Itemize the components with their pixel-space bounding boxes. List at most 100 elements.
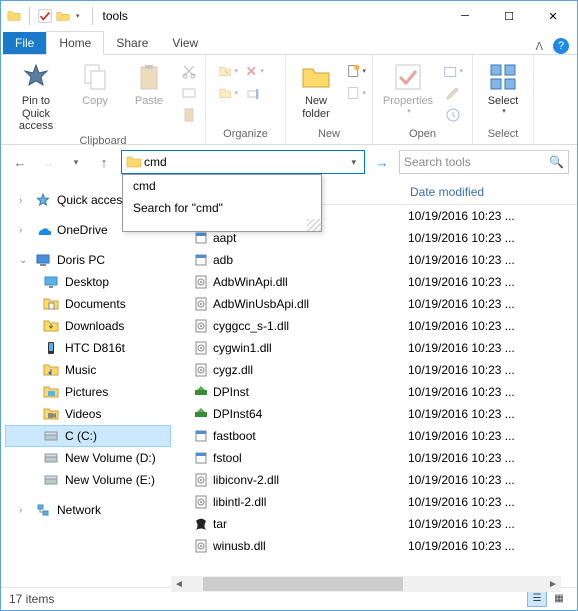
file-row[interactable]: libintl-2.dll10/19/2016 10:23 ... (171, 491, 577, 513)
tree-expand-icon[interactable]: › (19, 225, 29, 236)
select-button[interactable]: Select ▾ (479, 59, 527, 116)
ribbon-collapse-icon[interactable]: ᐱ (535, 40, 543, 53)
help-icon[interactable]: ? (553, 38, 569, 54)
new-folder-button[interactable]: New folder (292, 59, 340, 120)
nav-recent-dropdown[interactable]: ▾ (65, 151, 87, 173)
pin-to-quick-access-button[interactable]: Pin to Quick access (7, 59, 65, 133)
horizontal-scrollbar[interactable]: ◄ ► (171, 576, 561, 592)
tree-item[interactable]: Documents (5, 293, 171, 315)
tree-item[interactable]: ⌄Doris PC (5, 249, 171, 271)
delete-icon[interactable]: ▾ (244, 61, 264, 81)
cut-icon[interactable] (179, 61, 199, 81)
close-button[interactable]: ✕ (531, 2, 575, 30)
address-bar[interactable]: ▾ cmd Search for "cmd" (121, 150, 365, 174)
file-icon (193, 494, 213, 510)
file-row[interactable]: winusb.dll10/19/2016 10:23 ... (171, 535, 577, 557)
view-details-button[interactable]: ☰ (527, 591, 547, 607)
history-icon[interactable] (443, 105, 463, 125)
nav-back-button[interactable]: ← (9, 151, 31, 173)
tree-item[interactable]: Music (5, 359, 171, 381)
tree-item[interactable]: Pictures (5, 381, 171, 403)
file-row[interactable]: DPInst10/19/2016 10:23 ... (171, 381, 577, 403)
phone-icon (43, 340, 59, 356)
file-icon (193, 538, 213, 554)
tree-item[interactable]: HTC D816t (5, 337, 171, 359)
go-button[interactable]: → (371, 151, 393, 173)
file-name: aapt (213, 231, 408, 245)
resize-grip-icon[interactable] (307, 219, 321, 231)
tree-expand-icon[interactable]: › (19, 195, 29, 206)
paste-shortcut-icon[interactable] (179, 105, 199, 125)
file-row[interactable]: fstool10/19/2016 10:23 ... (171, 447, 577, 469)
file-date: 10/19/2016 10:23 ... (408, 473, 577, 487)
file-row[interactable]: cygwin1.dll10/19/2016 10:23 ... (171, 337, 577, 359)
tab-view[interactable]: View (160, 32, 210, 54)
edit-icon[interactable] (443, 83, 463, 103)
nav-up-button[interactable]: ↑ (93, 151, 115, 173)
address-input[interactable] (142, 155, 347, 169)
file-row[interactable]: AdbWinApi.dll10/19/2016 10:23 ... (171, 271, 577, 293)
address-dropdown-icon[interactable]: ▾ (347, 157, 360, 168)
tree-item[interactable]: Desktop (5, 271, 171, 293)
minimize-button[interactable]: ─ (443, 2, 487, 30)
file-row[interactable]: cygz.dll10/19/2016 10:23 ... (171, 359, 577, 381)
autocomplete-option[interactable]: Search for "cmd" (123, 197, 321, 219)
search-box[interactable]: Search tools 🔍 (399, 150, 569, 174)
tree-item[interactable]: Videos (5, 403, 171, 425)
folder-doc-icon (43, 296, 59, 312)
new-item-icon[interactable]: ▾ (346, 61, 366, 81)
tree-item[interactable]: New Volume (D:) (5, 447, 171, 469)
copy-to-icon[interactable]: ▾ (218, 83, 238, 103)
copy-button[interactable]: Copy (71, 59, 119, 108)
file-row[interactable]: fastboot10/19/2016 10:23 ... (171, 425, 577, 447)
move-to-icon[interactable]: ▾ (218, 61, 238, 81)
tree-item[interactable]: Downloads (5, 315, 171, 337)
properties-button[interactable]: Properties ▾ (379, 59, 437, 116)
file-name: adb (213, 253, 408, 267)
tree-item[interactable]: ›Network (5, 499, 171, 521)
file-date: 10/19/2016 10:23 ... (408, 495, 577, 509)
file-row[interactable]: libiconv-2.dll10/19/2016 10:23 ... (171, 469, 577, 491)
tab-file[interactable]: File (3, 32, 46, 54)
nav-forward-button[interactable]: → (37, 151, 59, 173)
tree-expand-icon[interactable]: › (19, 505, 29, 516)
file-row[interactable]: DPInst6410/19/2016 10:23 ... (171, 403, 577, 425)
copy-path-icon[interactable] (179, 83, 199, 103)
qat-newfolder-icon[interactable] (56, 9, 70, 23)
tree-item[interactable]: C (C:) (5, 425, 171, 447)
file-date: 10/19/2016 10:23 ... (408, 275, 577, 289)
easy-access-icon[interactable]: ▾ (346, 83, 366, 103)
open-icon[interactable]: ▾ (443, 61, 463, 81)
qat-properties-icon[interactable] (38, 9, 52, 23)
paste-button[interactable]: Paste (125, 59, 173, 108)
file-date: 10/19/2016 10:23 ... (408, 297, 577, 311)
ribbon: Pin to Quick access Copy Paste Clipboard… (1, 55, 577, 145)
tab-home[interactable]: Home (46, 31, 104, 55)
drive-icon (43, 472, 59, 488)
qat-customize-dropdown[interactable]: ▾ (76, 12, 80, 20)
view-large-icons-button[interactable]: ▦ (549, 591, 569, 607)
file-row[interactable]: adb10/19/2016 10:23 ... (171, 249, 577, 271)
column-date[interactable]: Date modified (410, 185, 577, 199)
file-icon (193, 428, 213, 444)
tree-item-label: New Volume (E:) (65, 473, 155, 487)
maximize-button[interactable]: ☐ (487, 2, 531, 30)
rename-icon[interactable] (244, 83, 264, 103)
file-row[interactable]: tar10/19/2016 10:23 ... (171, 513, 577, 535)
tree-item[interactable]: New Volume (E:) (5, 469, 171, 491)
file-icon (193, 274, 213, 290)
file-icon (193, 230, 213, 246)
file-row[interactable]: cyggcc_s-1.dll10/19/2016 10:23 ... (171, 315, 577, 337)
network-icon (35, 502, 51, 518)
autocomplete-option[interactable]: cmd (123, 175, 321, 197)
file-name: winusb.dll (213, 539, 408, 553)
file-row[interactable]: AdbWinUsbApi.dll10/19/2016 10:23 ... (171, 293, 577, 315)
tree-item-label: New Volume (D:) (65, 451, 156, 465)
file-date: 10/19/2016 10:23 ... (408, 385, 577, 399)
tree-item-label: C (C:) (65, 429, 97, 443)
group-label-organize: Organize (212, 126, 279, 140)
file-icon (193, 384, 213, 400)
tree-expand-icon[interactable]: ⌄ (19, 255, 29, 266)
scrollbar-thumb[interactable] (203, 577, 403, 591)
tab-share[interactable]: Share (104, 32, 160, 54)
